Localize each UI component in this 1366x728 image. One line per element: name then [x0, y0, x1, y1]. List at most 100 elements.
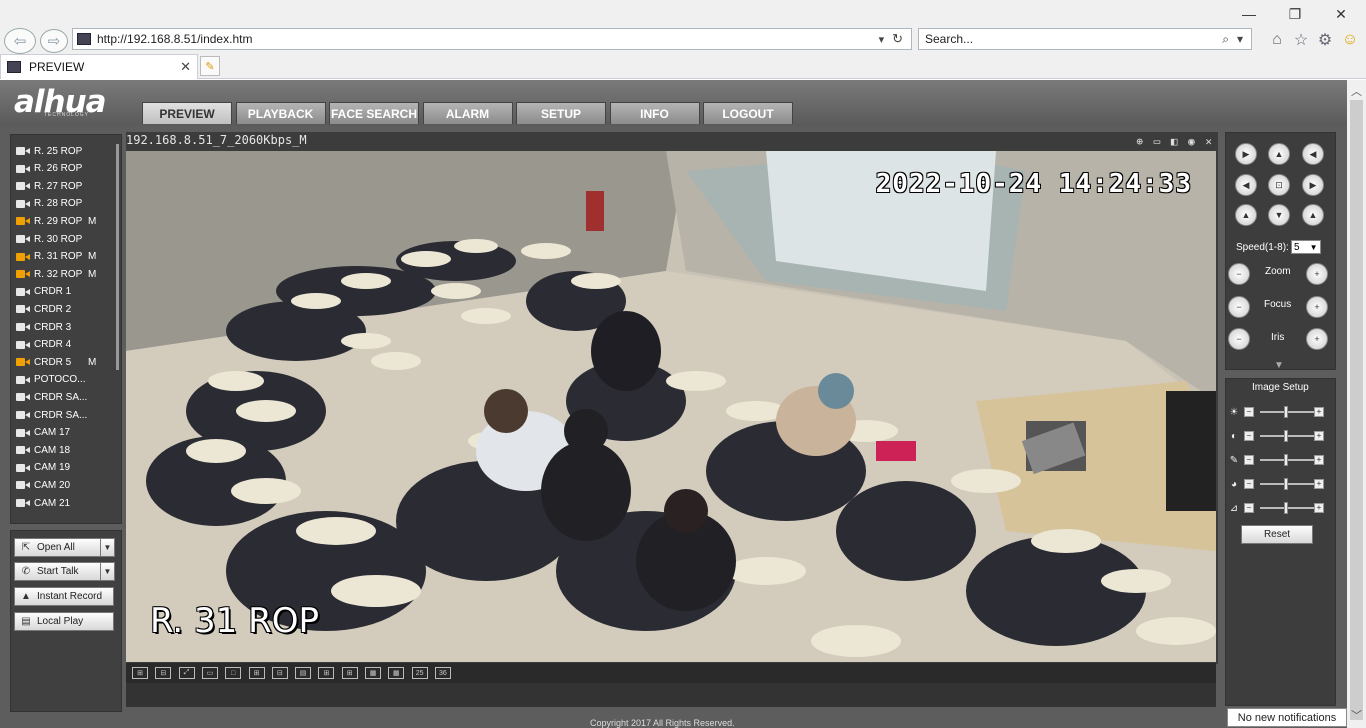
start-talk-dropdown[interactable]: ▼ [100, 562, 115, 581]
layout-wide-icon[interactable]: ▭ [201, 667, 218, 679]
zoom-out-icon[interactable]: − [1228, 263, 1250, 285]
ptz-right-icon[interactable]: ▶ [1302, 174, 1324, 196]
layout-12-icon[interactable]: ⊞ [341, 667, 358, 679]
channel-item[interactable]: R. 26 ROP [16, 161, 82, 177]
start-talk-button[interactable]: ✆ Start Talk [14, 562, 114, 581]
layout-16-icon[interactable]: ▦ [365, 667, 381, 679]
layout-25-icon[interactable]: 25 [411, 667, 428, 679]
ptz-3d-position-icon[interactable]: ⊡ [1268, 174, 1290, 196]
layout-8-icon[interactable]: ▤ [295, 667, 312, 679]
layout-9-icon[interactable]: ⊞ [318, 667, 335, 679]
channel-item[interactable]: CAM 20 [16, 477, 70, 493]
star-icon[interactable]: ☆ [1291, 30, 1311, 50]
ptz-down-left-icon[interactable]: ▲ [1235, 204, 1257, 226]
speed-select[interactable]: 5 ▼ [1291, 240, 1321, 254]
search-input[interactable]: Search... ⌕ ▾ [918, 28, 1252, 50]
slider-knob[interactable] [1284, 406, 1288, 418]
decrease-icon[interactable]: − [1244, 479, 1254, 489]
nav-tab-face-search[interactable]: FACE SEARCH [329, 102, 419, 124]
channel-item[interactable]: CAM 18 [16, 442, 70, 458]
minimize-button[interactable]: — [1226, 0, 1272, 28]
address-dropdown-icon[interactable]: ▾ [879, 33, 885, 46]
increase-icon[interactable]: + [1314, 479, 1324, 489]
slider-knob[interactable] [1284, 430, 1288, 442]
focus-minus-icon[interactable]: − [1228, 296, 1250, 318]
decrease-icon[interactable]: − [1244, 431, 1254, 441]
channel-item[interactable]: CAM 21 [16, 495, 70, 511]
increase-icon[interactable]: + [1314, 431, 1324, 441]
ptz-up-left-icon[interactable]: ▶ [1235, 143, 1257, 165]
search-dropdown-icon[interactable]: ▾ [1237, 32, 1243, 46]
channel-item[interactable]: R. 31 ROP M [16, 249, 96, 265]
address-input[interactable]: http://192.168.8.51/index.htm ▾ ↻ [72, 28, 912, 50]
channel-item[interactable]: CAM 17 [16, 425, 70, 441]
home-icon[interactable]: ⌂ [1267, 30, 1287, 50]
channel-item[interactable]: R. 29 ROP M [16, 213, 96, 229]
close-window-button[interactable]: ✕ [1318, 0, 1364, 28]
channel-item[interactable]: CRDR 2 [16, 301, 71, 317]
layout-1x1-icon[interactable]: ⊞ [132, 667, 148, 679]
forward-button[interactable]: ⇨ [40, 29, 68, 53]
smiley-icon[interactable]: ☺ [1340, 30, 1360, 50]
channel-item[interactable]: R. 30 ROP [16, 231, 82, 247]
reset-button[interactable]: Reset [1241, 525, 1313, 544]
decrease-icon[interactable]: − [1244, 503, 1254, 513]
channel-list-scrollbar[interactable] [116, 144, 119, 370]
maximize-button[interactable]: ❐ [1272, 0, 1318, 28]
nav-tab-playback[interactable]: PLAYBACK [235, 102, 326, 124]
nav-tab-info[interactable]: INFO [609, 102, 700, 124]
channel-item[interactable]: CAM 19 [16, 460, 70, 476]
layout-6-icon[interactable]: ⊟ [271, 667, 288, 679]
channel-item[interactable]: CRDR 4 [16, 337, 71, 353]
nav-tab-setup[interactable]: SETUP [516, 102, 606, 124]
open-all-dropdown[interactable]: ▼ [100, 538, 115, 557]
increase-icon[interactable]: + [1314, 455, 1324, 465]
channel-item[interactable]: R. 25 ROP [16, 143, 82, 159]
scroll-down-icon[interactable]: ﹀ [1347, 706, 1366, 724]
ptz-down-right-icon[interactable]: ▲ [1302, 204, 1324, 226]
slider-knob[interactable] [1284, 478, 1288, 490]
channel-item[interactable]: CRDR SA... [16, 389, 87, 405]
video-tool-icons[interactable]: ⊕ ▭ ◧ ◉ ✕ [1136, 135, 1214, 148]
channel-item[interactable]: R. 27 ROP [16, 178, 82, 194]
back-button[interactable]: ⇦ [4, 28, 36, 54]
channel-item[interactable]: R. 32 ROP M [16, 266, 96, 282]
layout-full-icon[interactable]: ⤢ [178, 667, 195, 679]
layout-2x2-icon[interactable]: ⊟ [155, 667, 172, 679]
slider-track[interactable] [1260, 502, 1316, 514]
refresh-icon[interactable]: ↻ [892, 31, 903, 47]
page-scrollbar[interactable]: ︿ ﹀ [1347, 80, 1366, 728]
collapse-arrow-icon[interactable]: ▼ [1274, 360, 1284, 371]
tab-preview[interactable]: PREVIEW ✕ [0, 54, 198, 79]
slider-track[interactable] [1260, 430, 1316, 442]
new-tab-button[interactable]: ✎ [200, 56, 220, 76]
scroll-thumb[interactable] [1350, 100, 1363, 720]
ptz-up-right-icon[interactable]: ◀ [1302, 143, 1324, 165]
focus-plus-icon[interactable]: + [1306, 296, 1328, 318]
channel-item[interactable]: R. 28 ROP [16, 196, 82, 212]
scroll-up-icon[interactable]: ︿ [1347, 82, 1366, 100]
iris-minus-icon[interactable]: − [1228, 328, 1250, 350]
decrease-icon[interactable]: − [1244, 455, 1254, 465]
channel-item[interactable]: CRDR 3 [16, 319, 71, 335]
slider-track[interactable] [1260, 406, 1316, 418]
ptz-down-icon[interactable]: ▼ [1268, 204, 1290, 226]
nav-tab-preview[interactable]: PREVIEW [142, 102, 232, 124]
zoom-in-icon[interactable]: + [1306, 263, 1328, 285]
layout-1-icon[interactable]: □ [225, 667, 242, 679]
iris-plus-icon[interactable]: + [1306, 328, 1328, 350]
ptz-up-icon[interactable]: ▲ [1268, 143, 1290, 165]
layout-36-icon[interactable]: 36 [434, 667, 451, 679]
slider-track[interactable] [1260, 478, 1316, 490]
channel-item[interactable]: CRDR 5 M [16, 354, 96, 370]
nav-tab-logout[interactable]: LOGOUT [703, 102, 793, 124]
search-icon[interactable]: ⌕ [1222, 32, 1229, 47]
increase-icon[interactable]: + [1314, 503, 1324, 513]
slider-knob[interactable] [1284, 454, 1288, 466]
local-play-button[interactable]: ▤ Local Play [14, 612, 114, 631]
increase-icon[interactable]: + [1314, 407, 1324, 417]
slider-track[interactable] [1260, 454, 1316, 466]
ptz-left-icon[interactable]: ◀ [1235, 174, 1257, 196]
slider-knob[interactable] [1284, 502, 1288, 514]
channel-item[interactable]: POTOCO... [16, 372, 86, 388]
